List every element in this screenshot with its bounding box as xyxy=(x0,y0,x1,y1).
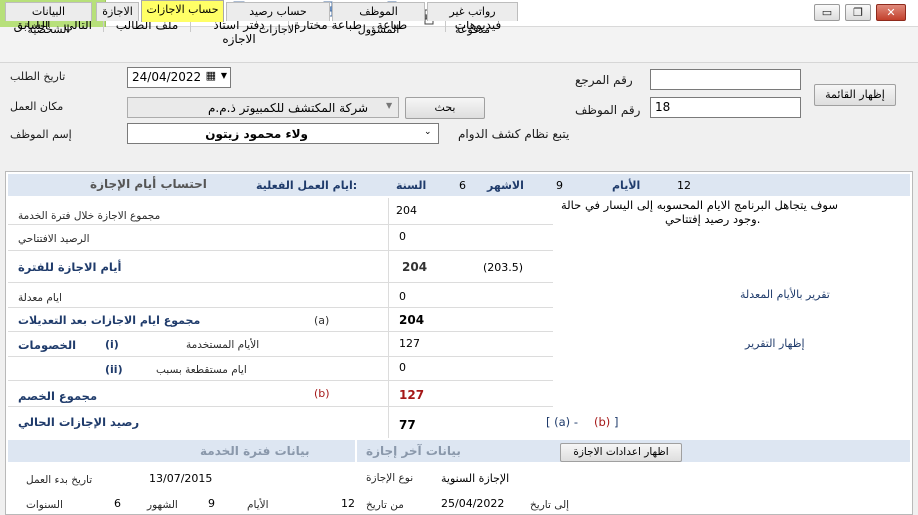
leave-type-value: الإجازة السنوية xyxy=(441,472,510,485)
employee-name-value: ولاء محمود زيتون xyxy=(205,127,308,141)
restore-button[interactable]: ❐ xyxy=(845,4,871,21)
minimize-button[interactable]: ▭ xyxy=(814,4,840,21)
last-leave-section-title: بيانات آخر إجازة xyxy=(366,444,461,458)
employee-no-label: رقم الموظف xyxy=(575,103,641,117)
tab-unpaid-salaries[interactable]: رواتب غير مدفوعة xyxy=(427,2,518,36)
work-place-value: شركة المكتشف للكمبيوتر ذ.م.م xyxy=(208,101,368,115)
from-date-label: من تاريخ xyxy=(366,499,404,511)
from-date-value: 25/04/2022 xyxy=(441,497,505,510)
calc-section-title: احتساب أيام الإجازة xyxy=(90,177,207,191)
period-days-exact: (203.5) xyxy=(483,261,524,274)
formula-close: ] xyxy=(614,415,619,429)
work-place-select[interactable]: شركة المكتشف للكمبيوتر ذ.م.م ▼ xyxy=(127,97,399,118)
employee-name-label: إسم الموظف xyxy=(10,128,72,141)
total-service-value: 204 xyxy=(396,204,417,217)
divider xyxy=(8,282,553,283)
chevron-down-icon[interactable]: ⌄ xyxy=(424,127,432,137)
period-days-label: أيام الاجازة للفترة xyxy=(18,260,122,274)
total-deduct-value: 127 xyxy=(399,388,425,402)
total-deduct-label: مجموع الخصم xyxy=(18,389,98,403)
total-service-label: مجموع الاجازة خلال فترة الخدمة xyxy=(18,210,161,222)
deducted-due-value: 0 xyxy=(399,361,406,374)
search-button[interactable]: بحث xyxy=(405,97,485,119)
period-days-value: 204 xyxy=(402,260,428,274)
divider xyxy=(8,356,553,357)
close-button[interactable]: ✕ xyxy=(876,4,906,21)
request-date-value: 24/04/2022 xyxy=(132,70,202,84)
employee-name-select[interactable]: ولاء محمود زيتون ⌄ xyxy=(127,123,439,144)
work-place-label: مكان العمل xyxy=(10,100,64,113)
divider xyxy=(8,406,553,407)
current-balance-label: رصيد الإجازات الحالي xyxy=(18,415,140,429)
actual-work-days-label: ايام العمل الفعلية: xyxy=(256,179,358,192)
calc-note-line2: وجود رصيد إفتتاحي. xyxy=(665,212,761,226)
divider xyxy=(8,224,553,225)
divider xyxy=(388,198,389,438)
tab-responsible-employee[interactable]: الموظف المسؤول xyxy=(332,2,425,36)
tab-leave-balance[interactable]: حساب رصيد الاجازات xyxy=(226,2,330,36)
years-label: السنوات xyxy=(26,499,63,511)
service-days-label: الأيام xyxy=(247,499,269,511)
divider xyxy=(8,250,553,251)
opening-balance-value: 0 xyxy=(399,230,406,243)
divider xyxy=(8,331,553,332)
marker-ii: (ii) xyxy=(105,363,123,376)
months-value: 9 xyxy=(556,179,563,192)
calendar-icon[interactable]: ▦ xyxy=(206,69,216,82)
adjusted-days-label: ايام معدلة xyxy=(18,292,62,304)
marker-a: (a) xyxy=(314,314,330,327)
service-months-label: الشهور xyxy=(147,499,178,511)
tab-leave[interactable]: الاجازة xyxy=(96,2,139,21)
divider xyxy=(8,380,553,381)
attendance-note: يتبع نظام كشف الدوام xyxy=(458,127,570,141)
service-days-value: 12 xyxy=(341,497,355,510)
marker-i: (i) xyxy=(105,338,119,351)
calc-note-line1: سوف يتجاهل البرنامج الايام المحسوبه إلى … xyxy=(561,198,838,212)
total-after-adj-value: 204 xyxy=(399,313,425,327)
total-after-adj-label: مجموع ايام الاجازات بعد التعديلات xyxy=(18,314,201,327)
adjusted-report-link[interactable]: تقرير بالأيام المعدلة xyxy=(740,288,830,301)
years-value: 6 xyxy=(114,497,121,510)
employee-no-input[interactable]: 18 xyxy=(650,97,801,118)
service-section-title: بيانات فترة الخدمة xyxy=(200,444,310,458)
leave-type-label: نوع الإجازة xyxy=(366,472,414,484)
show-report-link[interactable]: إظهار التقرير xyxy=(745,337,805,350)
divider xyxy=(8,307,553,308)
days-value: 12 xyxy=(677,179,691,192)
leave-ledger-label: دفتر استاذ الاجازه xyxy=(213,18,265,46)
months-label: الاشهر xyxy=(487,179,524,192)
tab-personal-data[interactable]: البيانات الشخصية xyxy=(5,2,92,36)
used-days-value: 127 xyxy=(399,337,420,350)
tab-leave-calculation[interactable]: حساب الاجازات xyxy=(141,0,224,22)
current-balance-value: 77 xyxy=(399,418,416,432)
used-days-label: الأيام المستخدمة xyxy=(186,339,260,351)
chevron-down-icon[interactable]: ▼ xyxy=(386,101,392,110)
ref-no-input[interactable] xyxy=(650,69,801,90)
opening-balance-label: الرصيد الافتتاحي xyxy=(18,233,90,245)
adjusted-days-value: 0 xyxy=(399,290,406,303)
request-date-picker[interactable]: 24/04/2022 ▦ ▼ xyxy=(127,67,231,88)
formula-a: [ (a) - xyxy=(546,415,578,429)
deductions-label: الخصومات xyxy=(18,338,77,352)
start-date-value: 13/07/2015 xyxy=(149,472,213,485)
show-list-button[interactable]: إظهار القائمة xyxy=(814,84,896,106)
year-value: 6 xyxy=(459,179,466,192)
leave-settings-button[interactable]: اظهار اعدادات الاجازة xyxy=(560,443,682,462)
ref-no-label: رقم المرجع xyxy=(575,73,633,87)
formula-b: (b) xyxy=(594,415,611,429)
start-date-label: تاريخ بدء العمل xyxy=(26,474,93,486)
service-months-value: 9 xyxy=(208,497,215,510)
year-label: السنة xyxy=(396,179,427,192)
marker-b: (b) xyxy=(314,387,330,400)
days-label: الأيام xyxy=(612,179,641,192)
chevron-down-icon[interactable]: ▼ xyxy=(221,71,227,80)
deducted-due-label: ايام مستقطعة بسبب xyxy=(156,364,247,376)
to-date-label: إلى تاريخ xyxy=(530,499,570,511)
request-date-label: تاريخ الطلب xyxy=(10,70,66,83)
